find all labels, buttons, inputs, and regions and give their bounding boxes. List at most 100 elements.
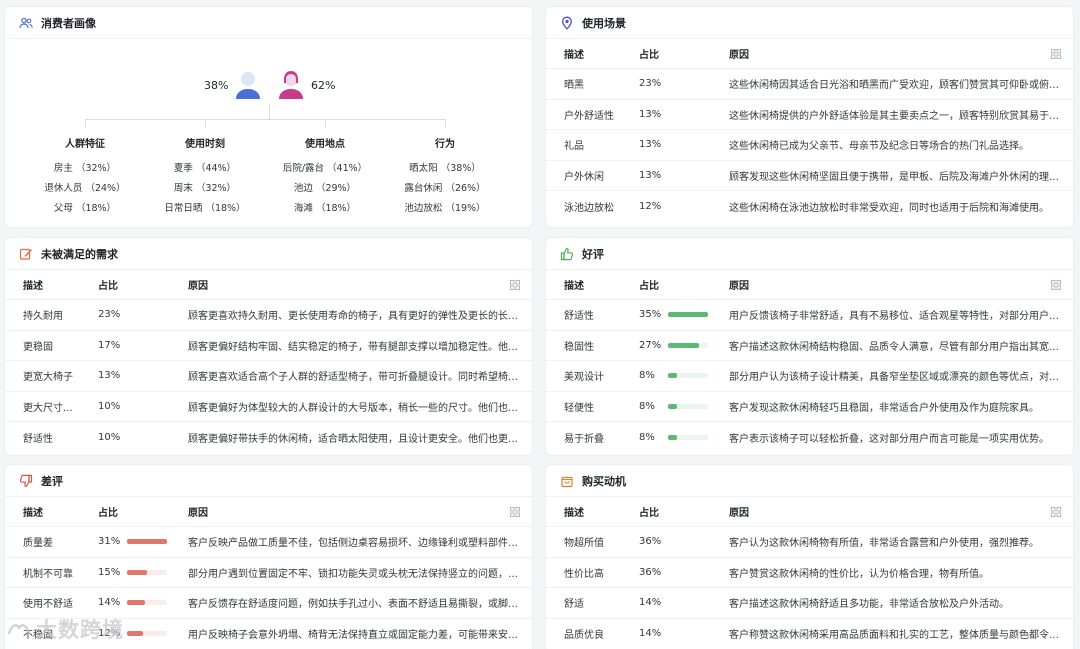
row-pct-cell: 27% <box>639 340 709 351</box>
table-row[interactable]: 泳池边放松 12% 这些休闲椅在泳池边放松时非常受欢迎，同时也适用于后院和海滩使用。 <box>546 191 1073 222</box>
header-desc: 描述 <box>23 508 43 519</box>
table-row[interactable]: 轻便性 8% 客户发现这款休闲椅轻巧且稳固，非常适合户外使用及作为庭院家具。 <box>546 392 1073 422</box>
table-row[interactable]: 户外舒适性 13% 这些休闲椅提供的户外舒适体验是其主要卖点之一，顾客特别欣赏其易于… <box>546 100 1073 130</box>
percent-bar-fill <box>668 342 700 348</box>
row-reason: 这些休闲椅因其适合日光浴和晒黑而广受欢迎，顾客们赞赏其可仰卧或俯卧... <box>729 80 1061 92</box>
header-reason: 原因 <box>729 508 749 519</box>
row-pct-cell: 35% <box>639 309 709 320</box>
percent-bar <box>127 539 168 545</box>
row-desc: 礼品 <box>564 141 584 153</box>
grid-view-icon[interactable] <box>1051 49 1061 59</box>
row-pct: 10% <box>98 400 121 412</box>
persona-card: 消费者画像 38% 62% 人群特征 房主 （32%） 退休人员 （24%） 父… <box>4 6 533 228</box>
percent-bar-fill <box>667 373 678 379</box>
row-reason: 顾客更偏好为体型较大的人群设计的大号版本，稍长一些的尺寸。他们也更... <box>188 402 520 414</box>
percent-bar <box>668 312 709 318</box>
header-pct: 占比 <box>98 281 118 292</box>
row-reason: 客户表示该椅子可以轻松折叠，这对部分用户而言可能是一项实用优势。 <box>729 433 1049 445</box>
row-pct-cell: 8% <box>639 432 708 443</box>
grid-view-icon[interactable] <box>1051 507 1061 517</box>
row-reason: 客户赞赏这款休闲椅的性价比，认为价格合理，物有所值。 <box>729 568 989 580</box>
scenes-title: 使用场景 <box>582 16 626 30</box>
header-pct: 占比 <box>639 281 659 292</box>
positive-table: 描述 占比 原因 舒适性 35% 用户反馈该椅子非常舒适，具有不易移位、适合观星等特… <box>546 270 1073 453</box>
motivation-title: 购买动机 <box>582 474 626 488</box>
positive-header: 好评 <box>546 238 1073 270</box>
shopping-bag-icon <box>560 474 574 488</box>
row-pct: 14% <box>639 597 662 609</box>
negative-title: 差评 <box>41 474 63 488</box>
row-pct-cell: 15% <box>98 566 168 578</box>
grid-view-icon[interactable] <box>1051 280 1061 290</box>
edit-icon <box>19 247 33 261</box>
header-reason: 原因 <box>188 281 208 292</box>
row-reason: 顾客更偏好带扶手的休闲椅，适合晒太阳使用，且设计更安全。他们也更喜... <box>188 433 520 445</box>
row-desc: 易于折叠 <box>564 433 604 445</box>
row-reason: 客户认为这款休闲椅物有所值，非常适合露营和户外使用，强烈推荐。 <box>729 538 1039 550</box>
users-icon <box>19 16 33 30</box>
header-desc: 描述 <box>23 281 43 292</box>
grid-view-icon[interactable] <box>510 280 520 290</box>
female-percentage: 62% <box>311 79 336 92</box>
table-header-row: 描述 占比 原因 <box>5 497 532 527</box>
table-row[interactable]: 质量差 31% 客户反映产品做工质量不佳，包括侧边桌容易损坏、边缘锋利或塑料部件廉.… <box>5 527 532 558</box>
table-row[interactable]: 更宽大椅子 13% 顾客更喜欢适合高个子人群的舒适型椅子，带可折叠腿设计。同时希望椅… <box>5 361 532 392</box>
row-pct: 31% <box>98 536 121 548</box>
row-reason: 客户称赞这款休闲椅采用高品质面料和扎实的工艺，整体质量与颜色都令人... <box>729 630 1061 642</box>
row-reason: 顾客更喜欢适合高个子人群的舒适型椅子，带可折叠腿设计。同时希望椅子... <box>188 372 520 384</box>
row-pct: 14% <box>98 597 121 609</box>
row-reason: 客户描述这款休闲椅舒适且多功能，非常适合放松及户外活动。 <box>729 599 1009 611</box>
table-row[interactable]: 更稳固 17% 顾客更偏好结构牢固、结实稳定的椅子，带有腿部支撑以增加稳定性。他们.… <box>5 331 532 361</box>
row-desc: 舒适 <box>564 599 584 611</box>
tree-connector-vertical <box>269 103 270 119</box>
table-row[interactable]: 舒适性 10% 顾客更偏好带扶手的休闲椅，适合晒太阳使用，且设计更安全。他们也更喜.… <box>5 422 532 453</box>
row-pct: 14% <box>639 628 662 640</box>
table-row[interactable]: 舒适 14% 客户描述这款休闲椅舒适且多功能，非常适合放松及户外活动。 <box>546 588 1073 619</box>
thumbs-up-icon <box>560 247 574 261</box>
row-reason: 顾客更喜欢持久耐用、更长使用寿命的椅子，具有更好的弹性及更长的长度。 <box>188 311 520 323</box>
header-reason: 原因 <box>188 508 208 519</box>
unmet-title: 未被满足的需求 <box>41 247 118 261</box>
row-pct-cell: 14% <box>98 597 168 609</box>
row-desc: 使用不舒适 <box>23 599 73 611</box>
table-row[interactable]: 舒适性 35% 用户反馈该椅子非常舒适，具有不易移位、适合观星等特性，对部分用户而.… <box>546 300 1073 331</box>
table-row[interactable]: 机制不可靠 15% 部分用户遇到位置固定不牢、锁扣功能失灵或头枕无法保持竖立的问题，… <box>5 558 532 588</box>
row-reason: 这些休闲椅在泳池边放松时非常受欢迎，同时也适用于后院和海滩使用。 <box>729 202 1049 214</box>
row-desc: 更大尺寸... <box>23 402 73 414</box>
tree-connector-horizontal <box>85 119 446 120</box>
scenes-card: 使用场景 描述 占比 原因 晒黑 23% 这些休闲椅因其适合日光浴和晒黑而广受欢迎，… <box>545 6 1074 228</box>
row-pct: 15% <box>98 566 121 578</box>
percent-bar-fill <box>127 539 168 545</box>
persona-column-behavior: 行为 晒太阳 （38%） 露台休闲 （26%） 池边放松 （19%） <box>370 135 520 219</box>
female-avatar-icon <box>277 70 305 103</box>
table-row[interactable]: 礼品 13% 这些休闲椅已成为父亲节、母亲节及纪念日等场合的热门礼品选择。 <box>546 130 1073 161</box>
table-row[interactable]: 物超所值 36% 客户认为这款休闲椅物有所值，非常适合露营和户外使用，强烈推荐。 <box>546 527 1073 558</box>
table-row[interactable]: 品质优良 14% 客户称赞这款休闲椅采用高品质面料和扎实的工艺，整体质量与颜色都令人… <box>546 619 1073 649</box>
scenes-header: 使用场景 <box>546 7 1073 39</box>
table-row[interactable]: 持久耐用 23% 顾客更喜欢持久耐用、更长使用寿命的椅子，具有更好的弹性及更长的长度… <box>5 300 532 331</box>
row-pct: 8% <box>639 431 655 443</box>
row-reason: 部分用户遇到位置固定不牢、锁扣功能失灵或头枕无法保持竖立的问题，可... <box>188 568 520 580</box>
row-desc: 性价比高 <box>564 568 604 580</box>
table-row[interactable]: 美观设计 8% 部分用户认为该椅子设计精美，具备窄坐垫区域或漂亮的颜色等优点，对某.… <box>546 361 1073 392</box>
row-reason: 客户发现这款休闲椅轻巧且稳固，非常适合户外使用及作为庭院家具。 <box>729 402 1039 414</box>
tree-branch-3 <box>325 119 326 127</box>
column-item: 晒太阳 （38%） <box>409 163 481 174</box>
row-pct: 13% <box>639 139 662 151</box>
table-row[interactable]: 稳固性 27% 客户描述这款休闲椅结构稳固、品质令人满意，尽管有部分用户指出其宽度.… <box>546 331 1073 361</box>
table-row[interactable]: 更大尺寸... 10% 顾客更偏好为体型较大的人群设计的大号版本，稍长一些的尺寸。他… <box>5 392 532 422</box>
motivation-header: 购买动机 <box>546 465 1073 497</box>
table-row[interactable]: 晒黑 23% 这些休闲椅因其适合日光浴和晒黑而广受欢迎，顾客们赞赏其可仰卧或俯卧..… <box>546 69 1073 100</box>
table-row[interactable]: 性价比高 36% 客户赞赏这款休闲椅的性价比，认为价格合理，物有所值。 <box>546 558 1073 588</box>
row-desc: 泳池边放松 <box>564 202 614 214</box>
header-reason: 原因 <box>729 50 749 61</box>
table-row[interactable]: 户外休闲 13% 顾客发现这些休闲椅坚固且便于携带，是甲板、后院及海滩户外休闲的理想… <box>546 161 1073 191</box>
tree-branch-4 <box>445 119 446 127</box>
scenes-table: 描述 占比 原因 晒黑 23% 这些休闲椅因其适合日光浴和晒黑而广受欢迎，顾客们赞赏… <box>546 39 1073 222</box>
table-header-row: 描述 占比 原因 <box>546 270 1073 300</box>
row-desc: 更稳固 <box>23 341 53 353</box>
table-row[interactable]: 易于折叠 8% 客户表示该椅子可以轻松折叠，这对部分用户而言可能是一项实用优势。 <box>546 422 1073 453</box>
row-desc: 机制不可靠 <box>23 568 73 580</box>
grid-view-icon[interactable] <box>510 507 520 517</box>
percent-bar <box>127 600 168 606</box>
